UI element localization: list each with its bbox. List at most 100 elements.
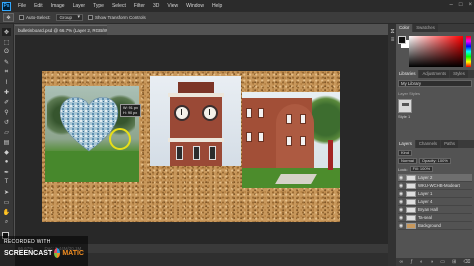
trash-icon[interactable]: ⌫	[463, 259, 470, 265]
menu-edit[interactable]: Edit	[30, 3, 47, 9]
window	[300, 136, 306, 146]
hand-tool-icon[interactable]: ✋	[2, 208, 11, 216]
close-button[interactable]: ×	[468, 2, 472, 8]
adjustment-icon[interactable]: ◑	[430, 259, 433, 265]
hue-slider[interactable]	[466, 36, 471, 67]
menu-help[interactable]: Help	[208, 3, 226, 9]
new-layer-icon[interactable]: ⊞	[452, 259, 456, 265]
layer-row[interactable]: ◉ Layer 1	[398, 190, 472, 198]
visibility-eye-icon[interactable]: ◉	[398, 199, 404, 205]
eraser-tool-icon[interactable]: ▱	[2, 128, 11, 136]
minimize-button[interactable]: –	[450, 2, 453, 8]
menu-view[interactable]: View	[163, 3, 182, 9]
tab-libraries[interactable]: Libraries	[396, 70, 419, 78]
blur-tool-icon[interactable]: ◆	[2, 148, 11, 156]
menu-type[interactable]: Type	[89, 3, 108, 9]
menu-window[interactable]: Window	[182, 3, 208, 9]
tab-swatches[interactable]: Swatches	[413, 24, 438, 32]
visibility-eye-icon[interactable]: ◉	[398, 183, 404, 189]
menu-layer[interactable]: Layer	[69, 3, 90, 9]
visibility-eye-icon[interactable]: ◉	[398, 223, 404, 229]
layer-thumbnail	[406, 222, 416, 229]
healing-tool-icon[interactable]: ✚	[2, 88, 11, 96]
corkboard-canvas[interactable]: W: 91 px H: 90 px	[42, 71, 340, 222]
move-tool-icon[interactable]: ✥	[2, 28, 11, 36]
menu-3d[interactable]: 3D	[149, 3, 163, 9]
layers-panel-tabs: Layers Channels Paths	[396, 140, 474, 148]
tab-styles[interactable]: Styles	[450, 70, 468, 78]
brush-tool-icon[interactable]: ✐	[2, 98, 11, 106]
marquee-tool-icon[interactable]: ⬚	[2, 38, 11, 46]
blend-mode-dropdown[interactable]: Normal	[398, 158, 417, 164]
building-rotunda	[276, 104, 314, 170]
auto-select-target-dropdown[interactable]: Group	[55, 14, 84, 21]
layer-row[interactable]: ◉ Layer 2	[398, 174, 472, 182]
brand-right: MATIC	[62, 249, 84, 257]
tab-paths[interactable]: Paths	[441, 140, 459, 148]
shape-tool-icon[interactable]: ▭	[2, 198, 11, 206]
layer-row[interactable]: ◉ WKU-WCHB-Modeart	[398, 182, 472, 190]
brick-building-photo[interactable]	[242, 92, 340, 188]
walkway	[275, 174, 317, 184]
maximize-button[interactable]: □	[459, 2, 463, 8]
document-area[interactable]: W: 91 px H: 90 px	[15, 35, 388, 244]
lasso-tool-icon[interactable]: ʘ	[2, 48, 11, 56]
tab-channels[interactable]: Channels	[415, 140, 441, 148]
layer-name: Bryan Hall	[418, 207, 438, 212]
gradient-tool-icon[interactable]: ▤	[2, 138, 11, 146]
tab-color[interactable]: Color	[396, 24, 413, 32]
type-tool-icon[interactable]: T	[2, 178, 11, 186]
eyedropper-tool-icon[interactable]: ⌇	[2, 78, 11, 86]
window	[286, 136, 292, 146]
transform-readout: W: 91 px H: 90 px	[120, 104, 141, 117]
zoom-tool-icon[interactable]: ⌕	[2, 218, 11, 226]
layer-filter-kind[interactable]: Kind	[398, 150, 413, 156]
opacity-field[interactable]: Opacity: 100%	[418, 158, 451, 164]
folder-icon[interactable]: ▭	[440, 259, 445, 265]
layer-row[interactable]: ◉ Ta-seal	[398, 214, 472, 222]
checkbox-box[interactable]	[88, 15, 94, 20]
visibility-eye-icon[interactable]: ◉	[398, 191, 404, 197]
layer-row[interactable]: ◉ Layer 4	[398, 198, 472, 206]
tower-windows	[176, 146, 216, 162]
clone-stamp-tool-icon[interactable]: ⚲	[2, 108, 11, 116]
link-icon[interactable]: ∞	[400, 259, 404, 265]
menu-select[interactable]: Select	[108, 3, 130, 9]
color-picker-field[interactable]	[409, 36, 463, 67]
clock-tower-photo[interactable]	[150, 76, 241, 166]
fx-icon[interactable]: ƒ	[410, 259, 413, 265]
history-brush-tool-icon[interactable]: ↺	[2, 118, 11, 126]
visibility-eye-icon[interactable]: ◉	[398, 175, 404, 181]
heart-sculpture-photo[interactable]	[45, 86, 139, 182]
toolbox: ✥ ⬚ ʘ ✎ ⌗ ⌇ ✚ ✐ ⚲ ↺ ▱ ▤ ◆ ● ✒ T ➤ ▭ ✋ ⌕	[0, 24, 14, 244]
quick-select-tool-icon[interactable]: ✎	[2, 58, 11, 66]
window	[258, 132, 264, 142]
panel-foreground-swatch[interactable]	[398, 36, 406, 44]
mask-icon[interactable]: ◐	[420, 259, 423, 265]
dodge-tool-icon[interactable]: ●	[2, 158, 11, 166]
pen-tool-icon[interactable]: ✒	[2, 168, 11, 176]
layer-style-thumbnail[interactable]	[398, 99, 412, 113]
show-transform-checkbox[interactable]: Show Transform Controls	[88, 15, 146, 20]
layer-name: Layer 2	[418, 175, 433, 180]
menu-filter[interactable]: Filter	[130, 3, 149, 9]
layer-row[interactable]: ◉ Bryan Hall	[398, 206, 472, 214]
visibility-eye-icon[interactable]: ◉	[398, 215, 404, 221]
screencast-watermark: RECORDED WITH SCREENCAST MATIC	[0, 236, 88, 266]
fill-field[interactable]: Fill: 100%	[409, 166, 434, 172]
layer-row[interactable]: ◉ Background	[398, 222, 472, 230]
library-dropdown[interactable]: My Library	[398, 80, 472, 87]
menu-image[interactable]: Image	[47, 3, 69, 9]
document-tab[interactable]: bulletinboard.psd @ 66.7% (Layer 2, RGB/…	[15, 25, 107, 35]
move-tool-preset-icon[interactable]: ✥	[3, 13, 14, 22]
tower-trim	[168, 93, 224, 97]
screencast-brand: SCREENCAST MATIC	[4, 248, 84, 258]
menu-file[interactable]: File	[14, 3, 30, 9]
tab-adjustments[interactable]: Adjustments	[419, 70, 450, 78]
path-select-tool-icon[interactable]: ➤	[2, 188, 11, 196]
visibility-eye-icon[interactable]: ◉	[398, 207, 404, 213]
auto-select-checkbox[interactable]: Auto-Select:	[19, 15, 51, 20]
checkbox-box[interactable]	[19, 15, 24, 20]
crop-tool-icon[interactable]: ⌗	[2, 68, 11, 76]
tab-layers[interactable]: Layers	[396, 140, 415, 148]
